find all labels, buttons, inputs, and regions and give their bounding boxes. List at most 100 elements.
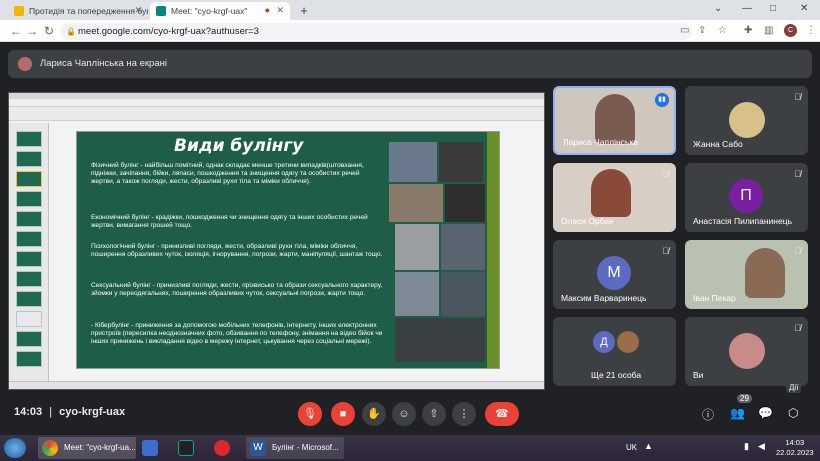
photo-image	[439, 142, 483, 182]
more-options-button[interactable]: ⋮	[452, 402, 476, 426]
leaf-decoration	[487, 132, 499, 368]
participant-tile[interactable]: 🎙̸ Олеся Орбан	[553, 163, 676, 232]
clock-date: 22.02.2023	[776, 448, 814, 457]
clock: 14:03	[14, 406, 43, 418]
participant-name: Анастасія Пилипанинець	[693, 216, 793, 226]
tab-inactive[interactable]: Протидія та попередження був ✕	[8, 2, 148, 20]
taskbar-item-terminal[interactable]	[174, 437, 208, 459]
tab-active[interactable]: Meet: "cyo-krgf-uax" ● ✕	[150, 2, 290, 20]
participant-name: Ви	[693, 370, 704, 380]
raise-hand-button[interactable]: ✋	[362, 402, 386, 426]
slide-thumbnail	[16, 171, 42, 187]
self-tile[interactable]: 🎙̸ Ви	[685, 317, 808, 386]
video-feed	[591, 169, 631, 217]
impress-menubar	[9, 99, 544, 107]
slide-canvas: Види булінгу Фізичний булінг - найбільш …	[76, 131, 500, 369]
browser-toolbar: ← → ↻ 🔒 meet.google.com/cyo-krgf-uax?aut…	[0, 20, 820, 42]
slide-paragraph: - Кібербулінг - приниження за допомогою …	[91, 322, 383, 346]
info-icon[interactable]: ⓘ	[702, 406, 714, 423]
participant-tile[interactable]: ▮▮ Лариса Чаплінська	[553, 86, 676, 155]
slide-thumbnail	[16, 311, 42, 327]
mic-off-icon: 🎙̸	[794, 246, 801, 256]
slide-thumbnail	[16, 271, 42, 287]
camera-toggle-button[interactable]: ■	[331, 402, 355, 426]
avatar: П	[729, 179, 763, 213]
mic-off-icon: 🎙̸	[794, 323, 801, 333]
people-icon[interactable]: 👥	[730, 406, 745, 420]
participant-tile[interactable]: М 🎙̸ Максим Варваринець	[553, 240, 676, 309]
participant-tile[interactable]: 🎙̸ Жанна Сабо	[685, 86, 808, 155]
chrome-icon	[42, 440, 58, 456]
video-feed	[745, 248, 785, 298]
star-icon[interactable]: ☆	[718, 25, 727, 36]
mic-toggle-button[interactable]: 🎙	[298, 402, 322, 426]
slide-thumbnail	[16, 131, 42, 147]
present-button[interactable]: ⇧	[422, 402, 446, 426]
close-icon[interactable]: ✕	[276, 5, 284, 16]
slide-thumbnail	[16, 191, 42, 207]
participant-name: Жанна Сабо	[693, 139, 743, 149]
slide-paragraph: Економічний булінг - крадіжки, пошкоджен…	[91, 214, 368, 230]
extensions-icon[interactable]: ✚	[744, 25, 752, 36]
save-icon	[142, 440, 158, 456]
participant-tile[interactable]: 🎙̸ Іван Пекар	[685, 240, 808, 309]
speaking-indicator-icon: ▮▮	[655, 93, 669, 107]
photo-image	[441, 224, 485, 270]
participant-tile[interactable]: П 🎙̸ Анастасія Пилипанинець	[685, 163, 808, 232]
taskbar-item-opera[interactable]	[210, 437, 244, 459]
photo-image	[389, 142, 437, 182]
photo-image	[395, 318, 485, 362]
profile-avatar[interactable]: C	[784, 24, 797, 37]
more-participants-tile[interactable]: Д Ще 21 особа	[553, 317, 676, 386]
start-button[interactable]	[4, 438, 26, 458]
taskbar-label: Булінг - Microsof...	[272, 443, 339, 452]
back-icon[interactable]: ←	[10, 24, 22, 38]
mic-off-icon: 🎙̸	[794, 169, 801, 179]
tab-search-icon[interactable]: ⌄	[714, 3, 722, 14]
close-icon[interactable]: ✕	[134, 5, 142, 16]
slide-thumbnail	[16, 211, 42, 227]
slide-thumbnail	[16, 231, 42, 247]
more-participants-label: Ще 21 особа	[591, 370, 642, 380]
tab-title: Протидія та попередження був	[29, 6, 148, 16]
menu-icon[interactable]: ⋮	[806, 25, 816, 36]
slides-icon	[14, 6, 24, 16]
meeting-info: 14:03 | cyo-krgf-uax	[14, 406, 126, 418]
forward-icon[interactable]: →	[26, 24, 38, 38]
reactions-button[interactable]: ☺	[392, 402, 416, 426]
shared-screen: Види булінгу Фізичний булінг - найбільш …	[8, 92, 545, 390]
activities-icon[interactable]: ⬡	[788, 406, 798, 420]
minimize-icon[interactable]: —	[742, 3, 752, 14]
lock-icon: 🔒	[66, 27, 76, 36]
slide-thumbnail	[16, 351, 42, 367]
maximize-icon[interactable]: □	[770, 3, 776, 14]
chat-icon[interactable]: 💬	[758, 406, 773, 420]
slide-thumbnail	[16, 291, 42, 307]
avatar	[18, 57, 32, 71]
opera-icon	[214, 440, 230, 456]
reload-icon[interactable]: ↻	[44, 24, 54, 38]
photo-image	[445, 184, 485, 222]
share-icon[interactable]: ⇪	[698, 25, 706, 36]
slide-thumbnail	[16, 251, 42, 267]
camera-icon[interactable]: ▭	[680, 25, 689, 36]
photo-image	[441, 272, 485, 316]
taskbar-item-save[interactable]	[138, 437, 172, 459]
sidepanel-icon[interactable]: ▥	[764, 25, 773, 36]
mic-off-icon: 🎙̸	[794, 92, 801, 102]
photo-image	[395, 224, 439, 270]
taskbar-item-word[interactable]: W Булінг - Microsof...	[246, 437, 344, 459]
language-indicator[interactable]: UK	[626, 443, 637, 452]
volume-icon[interactable]: ◀	[758, 441, 765, 452]
avatar: Д	[593, 331, 615, 353]
system-clock[interactable]: 14:03 22.02.2023	[776, 438, 814, 458]
network-icon[interactable]: ▮	[744, 441, 749, 452]
address-bar[interactable]: 🔒 meet.google.com/cyo-krgf-uax?authuser=…	[60, 23, 692, 40]
new-tab-button[interactable]: +	[296, 3, 312, 19]
leave-call-button[interactable]: ☎	[485, 402, 519, 426]
slide-paragraph: Сексуальний булінг - принизливі погляди,…	[91, 282, 383, 298]
participant-name: Максим Варваринець	[561, 293, 647, 303]
taskbar-item-chrome[interactable]: Meet: "cyo-krgf-ua...	[38, 437, 136, 459]
close-window-icon[interactable]: ✕	[800, 3, 808, 14]
tray-chevron-icon[interactable]: ▲	[644, 441, 653, 451]
